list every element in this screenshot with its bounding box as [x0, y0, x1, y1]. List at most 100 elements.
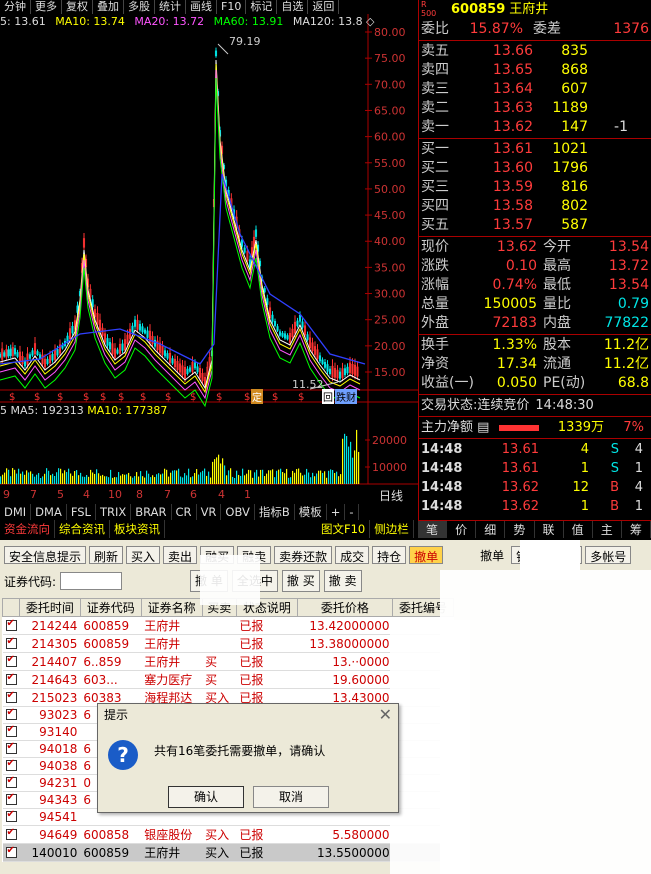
info-tab[interactable]: 综合资讯	[55, 520, 110, 538]
toolbar-item[interactable]: 更多	[31, 0, 62, 14]
trade-button[interactable]: 卖券还款	[274, 546, 333, 564]
row-checkbox-cell[interactable]	[2, 723, 20, 741]
indicator-tab[interactable]: 指标B	[255, 504, 295, 520]
trade-button[interactable]: 安全信息提示	[4, 546, 87, 564]
indicator-tab[interactable]: +	[327, 504, 346, 520]
indicator-tab[interactable]: 模板	[295, 504, 327, 520]
quote-tab[interactable]: 笔	[418, 521, 448, 538]
trade-button[interactable]: 买入	[126, 546, 161, 564]
order-row[interactable]: 214244600859王府井 已报13.42000000	[2, 616, 454, 635]
row-checkbox-cell[interactable]	[2, 757, 20, 775]
toolbar-item[interactable]: 返回	[308, 0, 340, 14]
indicator-tab[interactable]: VR	[197, 504, 222, 520]
row-checkbox-cell[interactable]	[2, 825, 20, 844]
column-header[interactable]: 证券名称	[140, 598, 203, 617]
quote-tab[interactable]: 势	[505, 521, 535, 538]
quote-tab[interactable]: 价	[447, 521, 477, 538]
trade-button[interactable]: 卖出	[163, 546, 198, 564]
trade-button[interactable]: 撤单	[476, 546, 508, 564]
indicator-tab[interactable]: FSL	[67, 504, 96, 520]
order-row[interactable]: 214305600859王府井 已报13.38000000	[2, 634, 454, 653]
order-row[interactable]: 94649600858银座股份买入已报5.580000	[2, 825, 454, 844]
toolbar-item[interactable]: 标记	[246, 0, 278, 14]
indicator-tab[interactable]: CR	[172, 504, 197, 520]
indicator-tab[interactable]: DMA	[31, 504, 67, 520]
indicator-tab[interactable]: BRAR	[131, 504, 172, 520]
column-header[interactable]: 委托时间	[19, 598, 81, 617]
row-checkbox-cell[interactable]	[2, 740, 20, 758]
row-checkbox[interactable]	[5, 827, 17, 840]
quote-tab[interactable]: 细	[476, 521, 506, 538]
trade-button[interactable]: 撤单	[409, 546, 444, 564]
order-row[interactable]: 214643603...塞力医疗买已报19.60000	[2, 670, 454, 689]
column-header[interactable]: 证券代码	[79, 598, 142, 617]
row-checkbox[interactable]	[5, 724, 17, 737]
kline-chart[interactable]: $$$$$$$$$$$$$$$ 80.0075.0070.0065.0060.0…	[0, 14, 418, 504]
info-tab[interactable]: 板块资讯	[110, 520, 165, 538]
dividend-marker: $	[165, 392, 171, 403]
volume-bar	[258, 476, 260, 484]
quote-tab[interactable]: 筹	[622, 521, 651, 538]
row-checkbox-cell[interactable]	[2, 670, 20, 689]
order-row[interactable]: 2144076..859王府井买已报13.··0000	[2, 652, 454, 671]
toolbar-item[interactable]: 复权	[62, 0, 93, 14]
row-checkbox[interactable]	[5, 636, 17, 649]
toolbar-item[interactable]: 统计	[155, 0, 186, 14]
row-checkbox[interactable]	[5, 690, 17, 703]
row-checkbox-cell[interactable]	[2, 808, 20, 826]
trade-button[interactable]: 多帐号	[585, 546, 632, 564]
code-input[interactable]	[60, 572, 123, 590]
toolbar-item[interactable]: F10	[217, 0, 247, 14]
row-checkbox[interactable]	[5, 654, 17, 667]
row-checkbox[interactable]	[5, 845, 17, 858]
row-checkbox[interactable]	[5, 707, 17, 720]
row-checkbox-cell[interactable]	[2, 652, 20, 671]
quote-tab[interactable]: 值	[564, 521, 593, 538]
order-row[interactable]: 140010600859王府井买入已报13.5500000	[2, 843, 454, 862]
info-tab[interactable]: 图文F10	[317, 520, 371, 538]
toolbar-item[interactable]: 叠加	[93, 0, 124, 14]
trade-button[interactable]: 刷新	[89, 546, 124, 564]
cancel-action-button[interactable]: 撤 卖	[323, 570, 362, 592]
quote-tab[interactable]: 主	[593, 521, 622, 538]
event-badge-ding[interactable]: 定	[251, 389, 263, 404]
close-icon[interactable]: ✕	[379, 704, 392, 726]
event-badge-hui[interactable]: 回	[322, 389, 334, 404]
toolbar-item[interactable]: 分钟	[0, 0, 31, 14]
event-badge-caibao[interactable]: 跌财	[335, 389, 357, 404]
row-checkbox[interactable]	[5, 758, 17, 771]
mainflow-label[interactable]: 主力净额 ▤	[419, 418, 499, 437]
toolbar-item[interactable]: 自选	[277, 0, 309, 14]
info-tab[interactable]: 侧边栏	[370, 520, 414, 538]
trade-button[interactable]: 持仓	[372, 546, 407, 564]
row-checkbox[interactable]	[5, 618, 17, 631]
info-tab[interactable]: 资金流向	[0, 520, 55, 538]
quote-tabs: 笔价细势联值主筹	[418, 520, 651, 538]
cancel-action-button[interactable]: 撤 买	[281, 570, 320, 592]
row-checkbox-cell[interactable]	[2, 616, 20, 635]
candle-body	[193, 362, 197, 369]
cancel-button[interactable]: 取消	[253, 786, 329, 808]
indicator-tab[interactable]: TRIX	[96, 504, 132, 520]
indicator-tab[interactable]: DMI	[0, 504, 32, 520]
trade-button[interactable]: 成交	[335, 546, 370, 564]
row-checkbox-cell[interactable]	[2, 774, 20, 792]
indicator-tab[interactable]: OBV	[221, 504, 255, 520]
row-checkbox-cell[interactable]	[2, 791, 20, 809]
confirm-button[interactable]: 确认	[168, 786, 244, 808]
toolbar-item[interactable]: 画线	[186, 0, 217, 14]
row-checkbox[interactable]	[5, 775, 17, 788]
period-label[interactable]: 日线	[379, 487, 403, 504]
row-checkbox[interactable]	[5, 672, 17, 685]
row-checkbox[interactable]	[5, 741, 17, 754]
toolbar-item[interactable]: 多股	[124, 0, 155, 14]
column-header[interactable]: 委托价格	[296, 598, 394, 617]
quote-tab[interactable]: 联	[535, 521, 564, 538]
row-checkbox-cell[interactable]	[2, 634, 20, 653]
indicator-tab[interactable]: -	[345, 504, 359, 520]
row-checkbox-cell[interactable]	[2, 688, 20, 707]
row-checkbox[interactable]	[5, 809, 17, 822]
row-checkbox[interactable]	[5, 792, 17, 805]
row-checkbox-cell[interactable]	[2, 843, 20, 862]
row-checkbox-cell[interactable]	[2, 706, 20, 724]
